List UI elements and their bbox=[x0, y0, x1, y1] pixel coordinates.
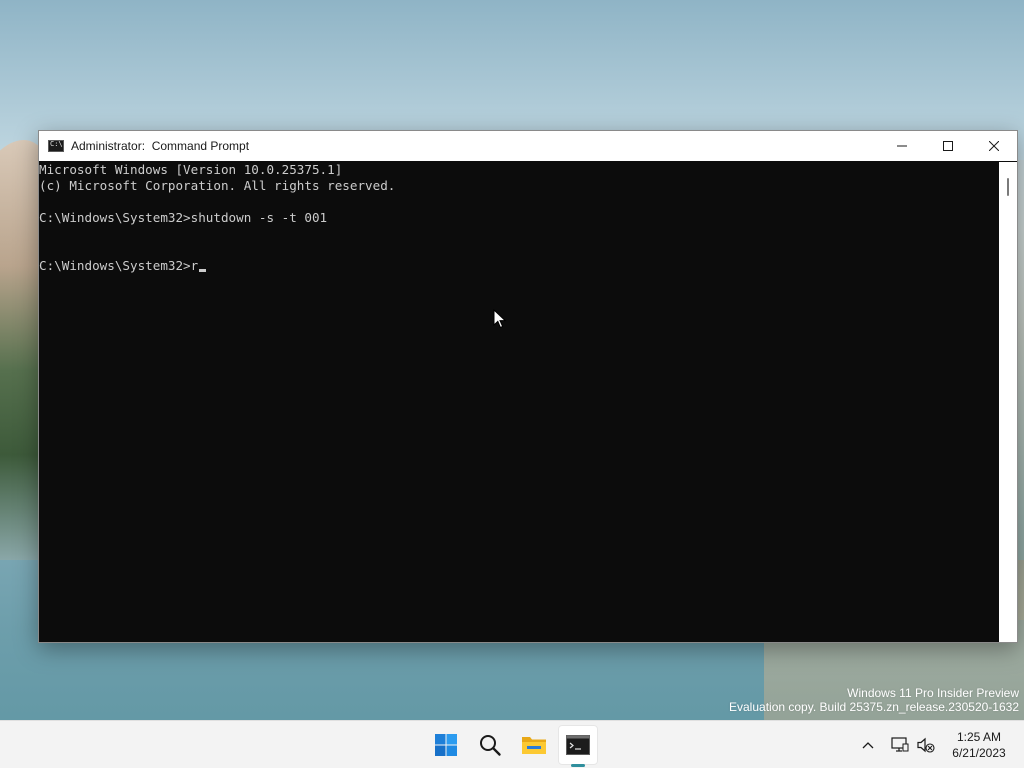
search-icon bbox=[480, 735, 501, 756]
text-cursor bbox=[199, 269, 207, 272]
start-icon bbox=[435, 734, 457, 756]
vertical-scrollbar[interactable] bbox=[999, 162, 1017, 642]
search-button[interactable] bbox=[470, 725, 510, 765]
window-controls bbox=[879, 131, 1017, 161]
watermark-build: Evaluation copy. Build 25375.zn_release.… bbox=[729, 700, 1019, 714]
minimize-button[interactable] bbox=[879, 131, 925, 161]
watermark-edition: Windows 11 Pro Insider Preview bbox=[847, 686, 1019, 700]
volume-button[interactable] bbox=[916, 735, 936, 755]
command-prompt-icon bbox=[566, 735, 590, 755]
file-explorer-icon bbox=[522, 737, 546, 754]
mouse-pointer-icon bbox=[493, 309, 507, 329]
show-hidden-icons-button[interactable] bbox=[858, 735, 878, 755]
close-button[interactable] bbox=[971, 131, 1017, 161]
taskbar: 1:25 AM 6/21/2023 bbox=[0, 720, 1024, 768]
console-line: (c) Microsoft Corporation. All rights re… bbox=[39, 178, 396, 193]
start-button[interactable] bbox=[426, 725, 466, 765]
system-clock[interactable]: 1:25 AM 6/21/2023 bbox=[944, 729, 1014, 761]
command-prompt-taskbar-button[interactable] bbox=[558, 725, 598, 765]
clock-date: 6/21/2023 bbox=[952, 746, 1006, 760]
console-line: C:\Windows\System32>shutdown -s -t 001 bbox=[39, 210, 328, 225]
console-output[interactable]: Microsoft Windows [Version 10.0.25375.1]… bbox=[39, 162, 999, 642]
chevron-up-icon bbox=[862, 742, 874, 749]
command-prompt-window[interactable]: Administrator: Command Prompt bbox=[38, 130, 1018, 643]
window-title: Administrator: Command Prompt bbox=[71, 139, 250, 153]
active-app-indicator bbox=[571, 764, 585, 767]
clock-time: 1:25 AM bbox=[956, 730, 1002, 744]
network-button[interactable] bbox=[890, 735, 910, 755]
volume-muted-icon bbox=[917, 737, 935, 753]
maximize-icon bbox=[943, 141, 953, 151]
network-icon bbox=[891, 737, 909, 752]
console-line: Microsoft Windows [Version 10.0.25375.1] bbox=[39, 162, 343, 177]
command-prompt-icon[interactable] bbox=[48, 140, 64, 152]
minimize-icon bbox=[897, 145, 907, 147]
desktop-wallpaper: Administrator: Command Prompt bbox=[0, 0, 1024, 768]
evaluation-watermark: Windows 11 Pro Insider Preview Evaluatio… bbox=[729, 686, 1019, 714]
close-icon bbox=[989, 141, 999, 151]
scrollbar-thumb[interactable] bbox=[1007, 178, 1009, 196]
console-prompt-line[interactable]: C:\Windows\System32>r bbox=[39, 258, 999, 274]
maximize-button[interactable] bbox=[925, 131, 971, 161]
console-prompt-text: C:\Windows\System32>r bbox=[39, 258, 199, 273]
title-bar[interactable]: Administrator: Command Prompt bbox=[39, 131, 1017, 161]
file-explorer-button[interactable] bbox=[514, 725, 554, 765]
